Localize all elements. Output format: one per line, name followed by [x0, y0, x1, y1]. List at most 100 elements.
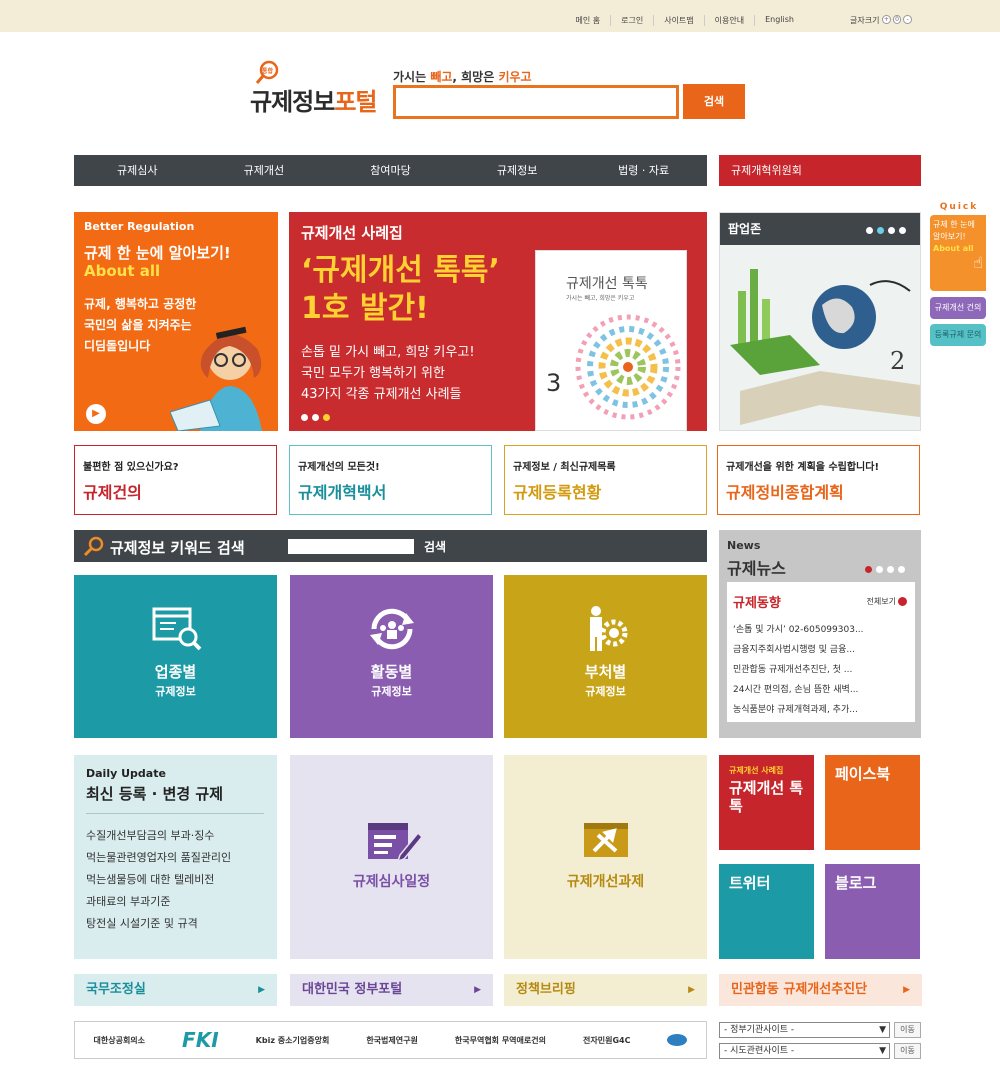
quick-suggest-button[interactable]: 규제개선 건의	[930, 297, 986, 319]
tile-by-activity[interactable]: 활동별 규제정보	[290, 575, 493, 738]
util-home-link[interactable]: 메인 홈	[565, 15, 610, 26]
city-site-select[interactable]: - 시도관련사이트 - ▼	[719, 1043, 890, 1059]
twitter-square[interactable]: 트위터	[719, 864, 814, 959]
nav-item-committee[interactable]: 규제개혁위원회	[719, 155, 921, 186]
casebook-heading: 규제개선 사례집	[301, 224, 403, 242]
zoom-in-icon[interactable]: +	[882, 15, 891, 24]
daily-item[interactable]: 수질개선부담금의 부과·징수	[86, 825, 231, 847]
dot-icon[interactable]	[887, 566, 894, 573]
daily-item[interactable]: 먹는물관련영업자의 품질관리인	[86, 847, 231, 869]
util-login-link[interactable]: 로그인	[610, 15, 653, 26]
dot-icon[interactable]	[866, 227, 873, 234]
card-subtitle: 규제개선의 모든것!	[298, 462, 380, 473]
casebook-description: 손톱 밑 가시 빼고, 희망 키우고! 국민 모두가 행복하기 위한 43가지 각종…	[301, 345, 475, 402]
keyword-search-button[interactable]: 검색	[424, 538, 446, 555]
globe-book-image: 2	[720, 245, 920, 430]
square-eyebrow: 규제개선 사례집	[729, 766, 784, 775]
dot-icon[interactable]	[899, 227, 906, 234]
link-bar-pm-office[interactable]: 국무조정실 ▶	[74, 974, 277, 1006]
tile-label: 규제개선과제	[566, 874, 645, 890]
banner-title: 규제 한 눈에 알아보기!	[84, 244, 231, 262]
tile-improvement-tasks[interactable]: 규제개선과제	[504, 755, 707, 959]
person-gear-icon	[590, 606, 628, 651]
tile-title: 부처별	[584, 663, 627, 681]
main-nav: 규제심사 규제개선 참여마당 규제정보 법령 · 자료	[74, 155, 707, 186]
gov-site-select[interactable]: - 정부기관사이트 - ▼	[719, 1022, 890, 1038]
dot-icon[interactable]	[865, 566, 872, 573]
news-item[interactable]: 민관합동 규제개선추진단, 첫 ...	[733, 660, 909, 680]
daily-item[interactable]: 탕전실 시설기준 및 규격	[86, 913, 231, 935]
card-whitepaper[interactable]: 규제개선의 모든것! 규제개혁백서	[289, 445, 492, 515]
util-english-link[interactable]: English	[754, 15, 804, 26]
arrow-icon	[898, 597, 907, 606]
card-registration[interactable]: 규제정보 / 최신규제목록 규제등록현황	[504, 445, 707, 515]
news-list-box: 규제동향 전체보기 ‘손톱 및 가시’ 02-605099303... 금융지주…	[727, 582, 915, 722]
logo-text: 규제정보포털	[250, 88, 378, 116]
blog-square[interactable]: 블로그	[825, 864, 920, 959]
nav-item-laws[interactable]: 법령 · 자료	[580, 155, 707, 186]
link-bar-gov-portal[interactable]: 대한민국 정부포털 ▶	[290, 974, 493, 1006]
tile-review-schedule[interactable]: 규제심사일정	[290, 755, 493, 959]
main-search-input[interactable]	[393, 85, 679, 119]
nav-item-info[interactable]: 규제정보	[454, 155, 581, 186]
quick-about-all[interactable]: 규제 한 눈에 알아보기! About all ☝	[930, 215, 986, 291]
partner-logo[interactable]: FKI	[182, 1028, 219, 1052]
dot-icon[interactable]	[877, 227, 884, 234]
nav-item-participate[interactable]: 참여마당	[327, 155, 454, 186]
daily-item[interactable]: 과태료의 부과기준	[86, 891, 231, 913]
site-logo[interactable]: 통합 규제정보포털	[250, 60, 385, 130]
news-item[interactable]: ‘손톱 및 가시’ 02-605099303...	[733, 620, 909, 640]
news-more-link[interactable]: 전체보기	[867, 596, 907, 607]
partner-logo[interactable]: 한국무역협회 무역애로건의	[455, 1035, 546, 1046]
dot-icon[interactable]	[888, 227, 895, 234]
dot-icon[interactable]	[876, 566, 883, 573]
divider	[86, 813, 264, 814]
flower-pattern-icon	[575, 314, 681, 420]
about-all-banner[interactable]: Better Regulation 규제 한 눈에 알아보기! About al…	[74, 212, 278, 431]
facebook-square[interactable]: 페이스북	[825, 755, 920, 850]
tile-by-ministry[interactable]: 부처별 규제정보	[504, 575, 707, 738]
partner-logo-icon[interactable]	[667, 1034, 688, 1046]
play-icon[interactable]: ▶	[86, 404, 106, 424]
partner-logo[interactable]: Kbiz 중소기업중앙회	[256, 1035, 330, 1046]
quick-label: Quick	[939, 202, 979, 212]
util-sitemap-link[interactable]: 사이트맵	[653, 15, 703, 26]
tile-by-industry[interactable]: 업종별 규제정보	[74, 575, 277, 738]
nav-item-improve[interactable]: 규제개선	[201, 155, 328, 186]
dot-icon[interactable]	[323, 414, 330, 421]
triangle-right-icon: ▶	[474, 985, 481, 995]
news-panel: News 규제뉴스 규제동향 전체보기 ‘손톱 및 가시’ 02-6050993…	[719, 530, 921, 738]
main-search-button[interactable]: 검색	[683, 84, 745, 119]
partner-logo[interactable]: 한국법제연구원	[366, 1035, 418, 1046]
gov-site-go-button[interactable]: 이동	[894, 1022, 921, 1038]
zoom-out-icon[interactable]: -	[903, 15, 913, 24]
font-size-controls: + 0 -	[882, 15, 913, 24]
link-bar-joint-team[interactable]: 민관합동 규제개선추진단 ▶	[719, 974, 922, 1006]
triangle-right-icon: ▶	[688, 985, 695, 995]
daily-item[interactable]: 먹는샘물등에 대한 텔레비전	[86, 869, 231, 891]
card-suggestion[interactable]: 불편한 점 있으신가요? 규제건의	[74, 445, 277, 515]
news-title: 규제뉴스	[727, 559, 786, 578]
dot-icon[interactable]	[898, 566, 905, 573]
casebook-square[interactable]: 규제개선 사례집 규제개선 톡톡	[719, 755, 814, 850]
popup-zone[interactable]: 팝업존 2	[719, 212, 921, 431]
card-plan[interactable]: 규제개선을 위한 계획을 수립합니다! 규제정비종합계획	[717, 445, 920, 515]
city-site-go-button[interactable]: 이동	[894, 1043, 921, 1059]
news-item[interactable]: 24시간 편의점, 손님 뜸한 새벽...	[733, 680, 909, 700]
casebook-banner[interactable]: 규제개선 사례집 ‘규제개선 톡톡’ 1호 발간! 손톱 밑 가시 빼고, 희망 …	[289, 212, 707, 431]
card-subtitle: 불편한 점 있으신가요?	[83, 462, 179, 473]
nav-item-review[interactable]: 규제심사	[74, 155, 201, 186]
link-bar-briefing[interactable]: 정책브리핑 ▶	[504, 974, 707, 1006]
dot-icon[interactable]	[301, 414, 308, 421]
news-item[interactable]: 농식품분야 규제개혁과제, 추가...	[733, 700, 909, 720]
dot-icon[interactable]	[312, 414, 319, 421]
zoom-reset-icon[interactable]: 0	[892, 15, 902, 24]
keyword-search-input[interactable]	[288, 539, 414, 554]
news-item[interactable]: 금융지주회사법시행령 및 금융...	[733, 640, 909, 660]
partner-logo[interactable]: 대한상공회의소	[94, 1035, 146, 1046]
font-size-label: 글자크기	[850, 16, 880, 25]
keyword-search-bar: 규제정보 키워드 검색 검색	[74, 530, 707, 562]
partner-logo[interactable]: 전자민원G4C	[583, 1035, 630, 1046]
quick-inquiry-button[interactable]: 등록규제 문의	[930, 324, 986, 346]
util-guide-link[interactable]: 이용안내	[703, 15, 754, 26]
